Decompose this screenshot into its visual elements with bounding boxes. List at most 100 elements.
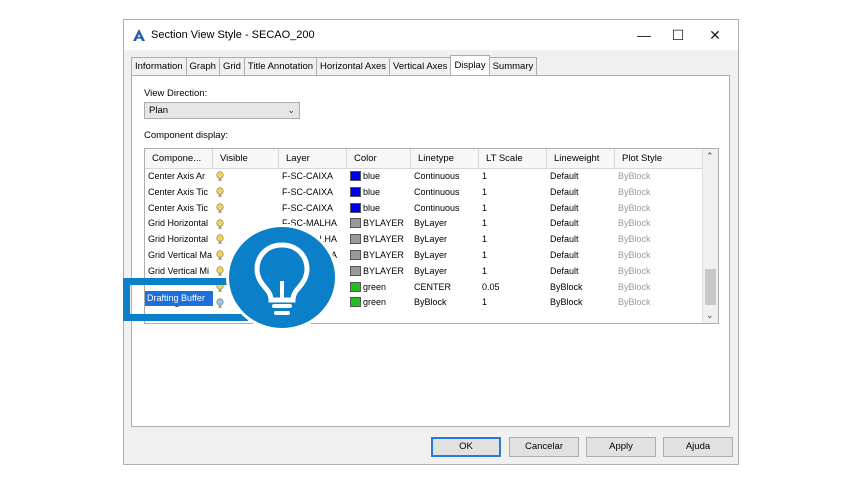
cell-component: Center Axis Ar [148,171,206,181]
tab-title-annotation[interactable]: Title Annotation [243,57,318,75]
cell-lineweight[interactable]: ByBlock [547,280,615,296]
cell-plot-style[interactable]: ByBlock [615,185,703,201]
close-button[interactable]: ✕ [695,20,735,50]
cell-lineweight[interactable]: Default [547,169,615,185]
tab-display[interactable]: Display [450,55,490,75]
scroll-thumb[interactable] [705,269,716,305]
cell-lt-scale[interactable]: 0.05 [479,280,547,296]
lightbulb-icon[interactable] [216,250,224,261]
help-button[interactable]: Ajuda [663,437,733,457]
table-row[interactable]: Center Axis Tic F-SC-CAIXA blue Continuous 1… [145,185,703,201]
tab-vertical-axes[interactable]: Vertical Axes [389,57,452,75]
vertical-scrollbar[interactable]: ⌃ ⌄ [702,149,718,323]
tab-horizontal-axes[interactable]: Horizontal Axes [316,57,391,75]
cell-visible[interactable] [213,201,279,217]
cell-plot-style[interactable]: ByBlock [615,295,703,311]
cell-component: Center Axis Tic [148,202,209,213]
cell-lt-scale[interactable]: 1 [479,169,547,185]
cell-plot-style[interactable]: ByBlock [615,232,703,248]
cell-lt-scale[interactable]: 1 [479,264,547,280]
cell-lt-scale[interactable]: 1 [479,216,547,232]
column-header-lineweight[interactable]: Lineweight [547,149,615,169]
cell-lineweight[interactable]: Default [547,248,615,264]
cell-color[interactable]: blue [347,185,411,201]
cell-linetype[interactable]: ByLayer [411,232,479,248]
cell-color[interactable]: BYLAYER [347,248,411,264]
tab-strip: Information Graph Grid Title Annotation … [131,55,538,75]
lightbulb-icon[interactable] [216,203,224,214]
cell-lt-scale[interactable]: 1 [479,201,547,217]
cell-linetype[interactable]: CENTER [411,280,479,296]
cell-layer[interactable]: F-SC-CAIXA [279,201,347,217]
cell-linetype[interactable]: Continuous [411,185,479,201]
color-name: BYLAYER [363,265,404,276]
cell-plot-style[interactable]: ByBlock [615,216,703,232]
cell-color[interactable]: BYLAYER [347,216,411,232]
cell-lineweight[interactable]: Default [547,232,615,248]
cell-lt-scale[interactable]: 1 [479,185,547,201]
cell-linetype[interactable]: ByLayer [411,216,479,232]
cell-lt-scale[interactable]: 1 [479,232,547,248]
tab-summary[interactable]: Summary [488,57,538,75]
lightbulb-icon[interactable] [216,218,224,230]
cell-visible[interactable] [213,185,279,201]
cancel-button[interactable]: Cancelar [509,437,579,457]
lightbulb-icon[interactable] [216,234,224,245]
cell-color[interactable]: BYLAYER [347,232,411,248]
cell-layer[interactable]: F-SC-CAIXA [279,185,347,201]
table-row[interactable]: Center Axis Tic F-SC-CAIXA blue Continuous 1… [145,201,703,217]
cell-lineweight[interactable]: Default [547,185,615,201]
color-swatch [350,250,361,260]
cell-lineweight[interactable]: Default [547,216,615,232]
cell-plot-style[interactable]: ByBlock [615,201,703,217]
view-direction-select[interactable]: Plan ⌄ [144,102,300,119]
tab-grid[interactable]: Grid [218,57,245,75]
table-row[interactable]: Grid HorizontalF-SC-MALHABYLAYERByLayer1… [145,216,703,232]
ok-button[interactable]: OK [431,437,501,457]
cell-visible[interactable] [213,169,279,185]
column-header-linetype[interactable]: Linetype [411,149,479,169]
lightbulb-icon[interactable] [216,266,224,277]
cell-lt-scale[interactable]: 1 [479,248,547,264]
cell-linetype[interactable]: ByLayer [411,264,479,280]
cell-lineweight[interactable]: Default [547,201,615,217]
column-header-component[interactable]: Compone... [145,149,213,169]
column-header-lt-scale[interactable]: LT Scale [479,149,547,169]
cell-color[interactable]: blue [347,169,411,185]
cell-lt-scale[interactable]: 1 [479,295,547,311]
table-row[interactable]: Center Axis Ar F-SC-CAIXA blue Continuous 1 D… [145,169,703,185]
title-bar[interactable]: Section View Style - SECAO_200 — ☐ ✕ [124,20,738,50]
cell-component: Grid Horizontal [148,234,209,245]
column-header-plot-style[interactable]: Plot Style [615,149,703,169]
color-swatch [350,265,361,276]
tab-information[interactable]: Information [131,57,187,75]
lightbulb-icon[interactable] [216,171,224,182]
cell-plot-style[interactable]: ByBlock [615,248,703,264]
column-header-color[interactable]: Color [347,149,411,169]
cell-color[interactable]: blue [347,201,411,217]
cell-linetype[interactable]: ByBlock [411,295,479,311]
cell-color[interactable]: BYLAYER [347,264,411,280]
cell-lineweight[interactable]: ByBlock [547,295,615,311]
maximize-button[interactable]: ☐ [658,20,698,50]
lightbulb-icon[interactable] [216,187,224,198]
table-row[interactable]: Grid HorizontalF-SC-MALHABYLAYERByLayer1… [145,232,703,248]
scroll-up-icon[interactable]: ⌃ [706,151,714,162]
cell-linetype[interactable]: Continuous [411,201,479,217]
column-header-layer[interactable]: Layer [279,149,347,169]
color-swatch [350,281,361,292]
cell-plot-style[interactable]: ByBlock [615,169,703,185]
cell-plot-style[interactable]: ByBlock [615,280,703,296]
cell-lineweight[interactable]: Default [547,264,615,280]
tab-graph[interactable]: Graph [185,57,220,75]
cell-plot-style[interactable]: ByBlock [615,264,703,280]
column-header-visible[interactable]: Visible [213,149,279,169]
scroll-down-icon[interactable]: ⌄ [706,310,714,321]
cell-layer[interactable]: F-SC-CAIXA [279,169,347,185]
cell-linetype[interactable]: Continuous [411,169,479,185]
apply-button[interactable]: Apply [586,437,656,457]
cell-color[interactable]: green [347,295,411,311]
cell-linetype[interactable]: ByLayer [411,248,479,264]
cell-color[interactable]: green [347,280,411,296]
view-direction-value: Plan [149,105,169,116]
